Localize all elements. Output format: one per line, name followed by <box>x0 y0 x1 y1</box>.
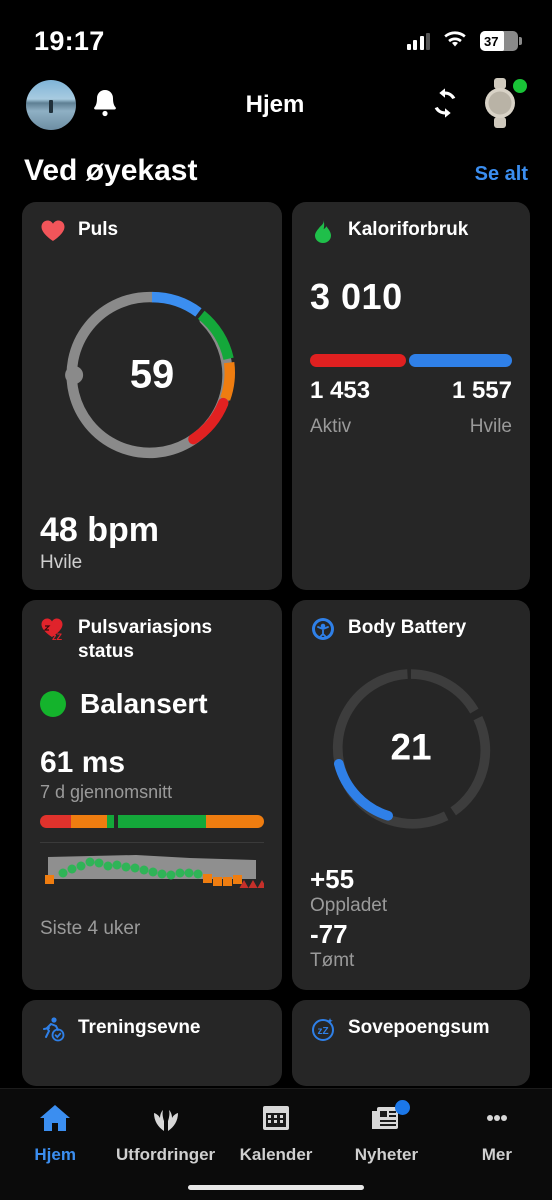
tab-kalender[interactable]: Kalender <box>221 1103 331 1165</box>
device-button[interactable] <box>474 77 527 133</box>
bell-icon <box>90 87 120 124</box>
svg-text:zZ: zZ <box>317 1026 328 1037</box>
tab-utfordringer[interactable]: Utfordringer <box>110 1103 220 1165</box>
tab-mer[interactable]: Mer <box>442 1103 552 1165</box>
tab-hjem[interactable]: Hjem <box>0 1103 110 1165</box>
card-header: zZ Pulsvariasjons status <box>40 616 264 664</box>
calendar-icon <box>260 1103 292 1138</box>
body-battery-gauge: 21 <box>310 636 512 860</box>
sync-icon <box>428 86 462 125</box>
home-indicator <box>188 1185 364 1190</box>
card-title: Kaloriforbruk <box>348 219 469 240</box>
notification-badge <box>395 1100 411 1115</box>
calories-active-segment <box>310 354 406 367</box>
svg-text:zZ: zZ <box>52 632 63 641</box>
heart-rate-detail: 48 bpm Hvile <box>40 511 264 574</box>
heart-rate-gauge: 59 <box>40 238 264 511</box>
status-bar-time: 19:17 <box>34 25 105 56</box>
body-battery-drained-label: Tømt <box>310 950 355 971</box>
calories-active-label: Aktiv <box>310 416 352 437</box>
hrv-status-row: Balansert <box>40 688 264 720</box>
card-sleep-score[interactable]: zZ Sovepoengsum <box>292 1000 530 1086</box>
section-header: Ved øyekast Se alt <box>0 138 552 202</box>
tab-label: Hjem <box>34 1145 76 1164</box>
calories-active-value: 1 453 <box>310 377 371 404</box>
glance-card-grid: Puls 59 48 bpm Hvile Kaloriforbruk 3 010… <box>0 202 552 1086</box>
body-battery-stats: +55 Oppladet -77 Tømt <box>310 864 512 974</box>
section-title: Ved øyekast <box>24 154 198 187</box>
card-heart-rate[interactable]: Puls 59 48 bpm Hvile <box>22 202 282 590</box>
card-title: Treningsevne <box>78 1017 201 1038</box>
hrv-range-bar <box>40 814 264 828</box>
card-divider <box>40 841 264 843</box>
battery-percent: 37 <box>484 33 499 49</box>
card-body-battery[interactable]: Body Battery 21 +55 Oppladet -77 Tømt <box>292 600 530 990</box>
status-bar-indicators: 37 <box>406 30 522 53</box>
more-dots-icon <box>480 1103 514 1138</box>
see-all-link[interactable]: Se alt <box>475 163 528 186</box>
top-nav-bar: Hjem <box>0 72 552 138</box>
range-segment-unbalanced-high <box>205 814 264 828</box>
calories-rest-label: Hvile <box>469 416 512 437</box>
calories-split-bar <box>310 354 512 367</box>
flame-icon <box>310 218 336 244</box>
calories-rest-segment <box>408 354 512 367</box>
card-hrv-status[interactable]: zZ Pulsvariasjons status Balansert 61 ms… <box>22 600 282 990</box>
card-header: Kaloriforbruk <box>310 218 512 244</box>
battery-icon: 37 <box>480 31 522 51</box>
body-battery-charged-label: Oppladet <box>310 895 388 916</box>
bottom-tab-bar: Hjem Utfordringer Kalender Nyheter Mer <box>0 1088 552 1200</box>
gauge-marker <box>65 365 84 384</box>
calories-values-row: 1 453 1 557 <box>310 377 512 405</box>
body-battery-charged-value: +55 <box>310 864 355 894</box>
range-segment-balanced <box>118 814 206 828</box>
heart-sleep-icon: zZ <box>40 616 66 642</box>
notifications-button[interactable] <box>76 76 134 134</box>
calories-labels-row: Aktiv Hvile <box>310 415 512 438</box>
cellular-signal-icon <box>406 32 430 50</box>
card-training-readiness[interactable]: Treningsevne <box>22 1000 282 1086</box>
gauge-value: 59 <box>130 352 174 396</box>
wifi-icon <box>443 30 467 53</box>
laurel-icon <box>149 1103 183 1138</box>
tab-nyheter[interactable]: Nyheter <box>331 1100 441 1165</box>
avatar[interactable] <box>26 80 76 130</box>
hrv-trend-chart <box>40 849 267 912</box>
card-header: zZ Sovepoengsum <box>310 1016 512 1042</box>
hrv-value-label: 7 d gjennomsnitt <box>40 781 173 802</box>
range-marker <box>107 814 114 828</box>
range-segment-low <box>40 814 72 828</box>
tab-label: Kalender <box>239 1145 313 1164</box>
hrv-status-text: Balansert <box>80 687 208 719</box>
sync-button[interactable] <box>416 76 474 134</box>
tab-label: Mer <box>481 1145 512 1164</box>
hrv-chart-label: Siste 4 uker <box>40 917 141 939</box>
page-title: Hjem <box>245 91 305 118</box>
calories-rest-value: 1 557 <box>451 377 512 404</box>
tab-label: Utfordringer <box>116 1145 216 1164</box>
tab-label: Nyheter <box>354 1145 419 1164</box>
running-check-icon <box>40 1016 66 1042</box>
card-header: Treningsevne <box>40 1016 264 1042</box>
heart-rate-label: Hvile <box>40 552 83 573</box>
range-segment-unbalanced-low <box>71 814 108 828</box>
card-title: Sovepoengsum <box>348 1017 490 1038</box>
status-badge <box>40 690 66 717</box>
gauge-value: 21 <box>390 726 431 767</box>
sleep-score-icon: zZ <box>310 1016 336 1042</box>
device-status-dot <box>513 79 527 93</box>
body-battery-drained-value: -77 <box>310 919 348 949</box>
card-title: Pulsvariasjons status <box>78 617 213 662</box>
app-screen: 19:17 37 Hjem Ved øyekast Se alt Puls 59… <box>0 0 552 1200</box>
heart-rate-value: 48 bpm <box>40 511 160 549</box>
card-calories[interactable]: Kaloriforbruk 3 010 1 453 1 557 Aktiv Hv… <box>292 202 530 590</box>
home-icon <box>38 1103 72 1138</box>
status-bar: 19:17 37 <box>0 0 552 72</box>
hrv-value: 61 ms <box>40 745 126 779</box>
calories-total: 3 010 <box>310 276 403 317</box>
